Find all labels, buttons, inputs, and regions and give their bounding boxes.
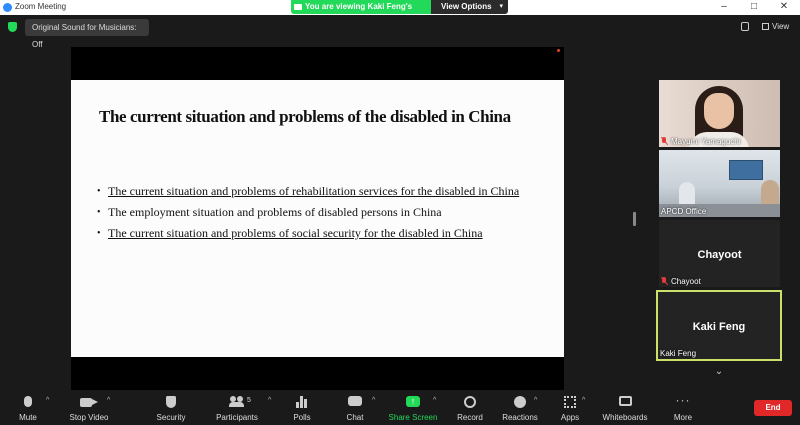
participant-name: APCD Office <box>661 207 707 216</box>
meeting-toolbar: Mute ^ Stop Video ^ Security Participant… <box>0 391 800 425</box>
participant-name-tag: Chayoot <box>661 277 701 286</box>
viewing-screen-label: You are viewing Kaki Feng's screen <box>291 0 431 14</box>
chat-options-chevron-icon[interactable]: ^ <box>372 397 375 404</box>
end-meeting-button[interactable]: End <box>754 400 792 416</box>
chevron-down-icon: ▾ <box>499 3 503 10</box>
mic-muted-icon <box>661 277 667 285</box>
slide-bullet-list: The current situation and problems of re… <box>97 184 537 247</box>
slide-bullet: The employment situation and problems of… <box>97 205 537 220</box>
slide-bullet-text: The current situation and problems of so… <box>108 226 483 240</box>
more-dots-icon: ··· <box>675 393 691 407</box>
lock-icon[interactable] <box>741 22 749 31</box>
chat-bubble-icon <box>348 396 362 406</box>
mute-button[interactable]: Mute <box>10 391 46 425</box>
more-label: More <box>673 413 693 422</box>
meeting-top-bar: Original Sound for Musicians: Off View <box>0 15 800 49</box>
record-label: Record <box>457 413 483 422</box>
participant-name-tag: Mayumi Yamaguchi <box>661 137 741 146</box>
view-button[interactable]: View <box>762 19 796 35</box>
whiteboards-button[interactable]: Whiteboards <box>600 391 650 425</box>
slide-bullet: The current situation and problems of so… <box>97 226 537 241</box>
reactions-label: Reactions <box>502 413 538 422</box>
slide-bullet-text: The employment situation and problems of… <box>108 205 442 219</box>
bar-chart-icon <box>296 396 308 408</box>
wall-screen <box>729 160 763 180</box>
mic-muted-icon <box>661 137 667 145</box>
polls-button[interactable]: Polls <box>287 391 317 425</box>
original-sound-toggle[interactable]: Original Sound for Musicians: Off <box>25 19 149 49</box>
video-options-chevron-icon[interactable]: ^ <box>107 397 110 404</box>
apps-label: Apps <box>560 413 580 422</box>
zoom-logo-icon <box>3 3 12 12</box>
video-camera-icon <box>80 398 98 407</box>
participant-name-tag: Kaki Feng <box>660 349 696 358</box>
chat-button[interactable]: Chat <box>340 391 370 425</box>
viewing-screen-text: You are viewing Kaki Feng's screen <box>305 2 413 11</box>
presentation-slide: The current situation and problems of th… <box>71 80 564 357</box>
apps-grid-icon <box>564 396 576 408</box>
participant-name-tag: APCD Office <box>661 207 706 216</box>
gallery-next-page-chevron-icon[interactable]: ⌄ <box>711 366 727 378</box>
window-title-bar: Zoom Meeting You are viewing Kaki Feng's… <box>0 0 800 15</box>
polls-label: Polls <box>293 413 311 422</box>
slide-bullet: The current situation and problems of re… <box>97 184 537 199</box>
participants-button[interactable]: Participants <box>213 391 261 425</box>
shared-screen: The current situation and problems of th… <box>71 47 564 390</box>
record-button[interactable]: Record <box>453 391 487 425</box>
audio-options-chevron-icon[interactable]: ^ <box>46 397 49 404</box>
whiteboards-label: Whiteboards <box>602 413 648 422</box>
smiley-icon <box>514 396 526 408</box>
share-screen-button[interactable]: ↑ Share Screen <box>388 391 438 425</box>
share-screen-arrow-icon: ↑ <box>406 396 420 407</box>
apps-button[interactable]: Apps <box>557 391 583 425</box>
participant-face <box>704 93 734 129</box>
participant-name: Kaki Feng <box>660 349 697 358</box>
participant-tile-chayoot[interactable]: Chayoot Chayoot <box>659 220 780 287</box>
participants-count-badge: 5 <box>247 397 251 404</box>
security-label: Security <box>156 413 186 422</box>
slide-bullet-text: The current situation and problems of re… <box>108 184 520 198</box>
view-button-label: View <box>772 22 790 31</box>
slide-title: The current situation and problems of th… <box>99 107 511 126</box>
participant-tile-mayumi[interactable]: Mayumi Yamaguchi <box>659 80 780 147</box>
minimize-button[interactable]: – <box>710 0 738 15</box>
participant-display-name: Kaki Feng <box>692 321 746 333</box>
screen-share-icon <box>294 4 302 10</box>
window-title: Zoom Meeting <box>15 2 67 11</box>
chat-label: Chat <box>346 413 364 422</box>
participants-icon <box>229 396 244 407</box>
participant-tile-kaki-active-speaker[interactable]: Kaki Feng Kaki Feng <box>656 290 782 361</box>
screen-share-banner: You are viewing Kaki Feng's screen View … <box>291 0 508 14</box>
view-options-label: View Options <box>441 2 492 11</box>
participant-name: Chayoot <box>671 277 701 286</box>
stop-video-label: Stop Video <box>69 413 109 422</box>
shield-icon <box>166 396 176 408</box>
splitter-handle[interactable] <box>633 212 636 226</box>
view-options-button[interactable]: View Options ▾ <box>431 0 508 14</box>
reactions-options-chevron-icon[interactable]: ^ <box>534 397 537 404</box>
grid-icon <box>762 23 769 30</box>
participant-display-name: Chayoot <box>697 249 742 261</box>
more-button[interactable]: ··· More <box>668 391 698 425</box>
security-button[interactable]: Security <box>152 391 190 425</box>
recording-indicator-icon <box>557 49 560 52</box>
share-options-chevron-icon[interactable]: ^ <box>433 397 436 404</box>
participant-tile-apcd[interactable]: APCD Office <box>659 150 780 217</box>
apps-options-chevron-icon[interactable]: ^ <box>582 397 585 404</box>
microphone-icon <box>24 396 32 407</box>
encryption-shield-icon[interactable] <box>8 22 17 32</box>
participants-label: Participants <box>216 413 258 422</box>
maximize-button[interactable]: □ <box>740 0 768 15</box>
participant-name: Mayumi Yamaguchi <box>671 137 741 146</box>
whiteboard-icon <box>619 396 632 406</box>
record-icon <box>464 396 476 408</box>
close-window-button[interactable]: ✕ <box>770 0 798 15</box>
mute-label: Mute <box>19 413 37 422</box>
participants-options-chevron-icon[interactable]: ^ <box>268 397 271 404</box>
share-screen-label: Share Screen <box>388 413 438 422</box>
